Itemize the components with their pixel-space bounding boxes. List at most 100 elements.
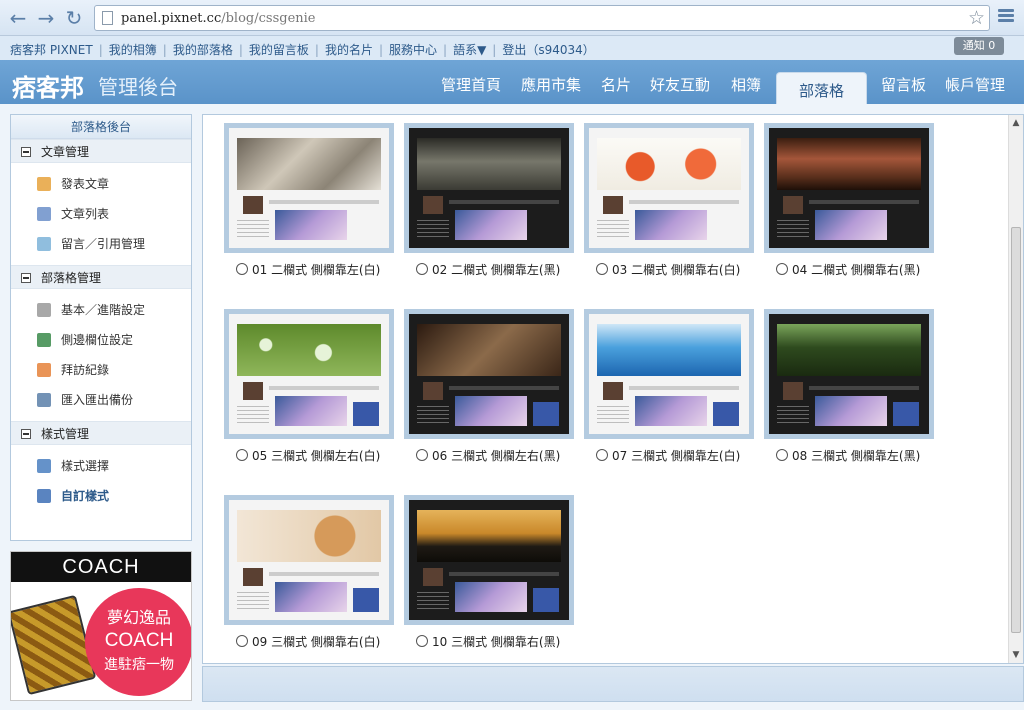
bookmark-star-icon[interactable]: ☆ [968, 7, 985, 29]
theme-card[interactable] [764, 309, 934, 439]
url-text[interactable]: panel.pixnet.cc/blog/cssgenie [121, 11, 315, 26]
notification-badge[interactable]: 通知 0 [954, 37, 1004, 55]
sidebar-item[interactable]: 留言／引用管理 [11, 229, 191, 259]
preview-photo [455, 210, 527, 240]
theme-option[interactable]: 05 三欄式 側欄左右(白) [236, 447, 380, 464]
scrollbar[interactable]: ▲ ▼ [1008, 115, 1023, 663]
theme-option[interactable]: 01 二欄式 側欄靠左(白) [236, 261, 380, 278]
top-link[interactable]: 語系▼ [453, 43, 486, 57]
tab-7[interactable]: 帳戶管理 [945, 74, 1005, 95]
sidebar-list: 樣式選擇 自訂樣式 [11, 445, 191, 517]
sidebar-item[interactable]: 匯入匯出備份 [11, 385, 191, 415]
theme-card[interactable] [224, 123, 394, 253]
theme-preview-image[interactable] [229, 500, 389, 620]
theme-preview-image[interactable] [589, 314, 749, 434]
sidebar-item[interactable]: 樣式選擇 [11, 451, 191, 481]
top-link[interactable]: 我的部落格 [173, 43, 233, 57]
tab-6[interactable]: 留言板 [881, 74, 926, 95]
theme-option[interactable]: 03 二欄式 側欄靠右(白) [596, 261, 740, 278]
theme-radio[interactable] [416, 263, 428, 275]
sidebar-title: 部落格後台 [11, 115, 191, 139]
theme-option[interactable]: 09 三欄式 側欄靠右(白) [236, 633, 380, 650]
theme-option[interactable]: 02 二欄式 側欄靠左(黑) [416, 261, 560, 278]
scroll-up-icon[interactable]: ▲ [1010, 116, 1022, 130]
top-link[interactable]: 我的相簿 [109, 43, 157, 57]
tab-0[interactable]: 管理首頁 [441, 74, 501, 95]
sidebar-item-label: 側邊欄位設定 [61, 333, 134, 347]
theme-card[interactable] [404, 495, 574, 625]
theme-radio[interactable] [236, 635, 248, 647]
tab-3[interactable]: 好友互動 [650, 74, 710, 95]
theme-radio[interactable] [236, 449, 248, 461]
sidebar-section-header[interactable]: 部落格管理 [11, 265, 191, 289]
scroll-down-icon[interactable]: ▼ [1010, 648, 1022, 662]
url-host: panel.pixnet.cc [121, 11, 222, 26]
collapse-icon[interactable] [21, 273, 31, 283]
theme-card[interactable] [404, 309, 574, 439]
sidebar-section-header[interactable]: 文章管理 [11, 139, 191, 163]
theme-radio[interactable] [416, 635, 428, 647]
theme-preview-image[interactable] [589, 128, 749, 248]
sidebar-item-label: 匯入匯出備份 [61, 393, 134, 407]
theme-preview-image[interactable] [409, 500, 569, 620]
sidebar-item[interactable]: 文章列表 [11, 199, 191, 229]
theme-preview-image[interactable] [409, 314, 569, 434]
theme-option[interactable]: 04 二欄式 側欄靠右(黑) [776, 261, 920, 278]
ad-banner[interactable]: COACH 夢幻逸品 COACH 進駐痞一物 [10, 551, 192, 701]
theme-card[interactable] [584, 309, 754, 439]
theme-card[interactable] [584, 123, 754, 253]
top-link[interactable]: 我的名片 [325, 43, 373, 57]
sidebar-item-label: 發表文章 [61, 177, 110, 191]
theme-radio[interactable] [596, 263, 608, 275]
theme-preview-image[interactable] [769, 128, 929, 248]
page-icon [102, 11, 113, 25]
sidebar-item[interactable]: 基本／進階設定 [11, 295, 191, 325]
sidebar-item[interactable]: 側邊欄位設定 [11, 325, 191, 355]
theme-card[interactable] [224, 309, 394, 439]
theme-option[interactable]: 10 三欄式 側欄靠右(黑) [416, 633, 560, 650]
sidebar-item[interactable]: 發表文章 [11, 169, 191, 199]
top-link[interactable]: 服務中心 [389, 43, 437, 57]
preview-banner [597, 138, 741, 190]
footer-bar [202, 666, 1024, 702]
sidebar-item[interactable]: 自訂樣式 [11, 481, 191, 511]
theme-option[interactable]: 07 三欄式 側欄靠左(白) [596, 447, 740, 464]
tab-4[interactable]: 相簿 [731, 74, 761, 95]
theme-preview-image[interactable] [409, 128, 569, 248]
logo[interactable]: 痞客邦 [12, 68, 84, 103]
preview-photo [815, 396, 887, 426]
theme-radio[interactable] [416, 449, 428, 461]
reload-icon[interactable]: ↻ [62, 6, 86, 30]
theme-card[interactable] [764, 123, 934, 253]
sidebar-section-header[interactable]: 樣式管理 [11, 421, 191, 445]
theme-preview-image[interactable] [229, 314, 389, 434]
tab-1[interactable]: 應用市集 [521, 74, 581, 95]
top-link[interactable]: 痞客邦 PIXNET [10, 43, 93, 57]
tab-2[interactable]: 名片 [601, 74, 631, 95]
theme-option[interactable]: 08 三欄式 側欄靠左(黑) [776, 447, 920, 464]
address-bar[interactable]: panel.pixnet.cc/blog/cssgenie ☆ [94, 5, 990, 31]
tab-5[interactable]: 部落格 [776, 72, 868, 104]
theme-radio[interactable] [236, 263, 248, 275]
theme-preview-image[interactable] [769, 314, 929, 434]
theme-card[interactable] [404, 123, 574, 253]
scroll-thumb[interactable] [1011, 227, 1021, 633]
theme-preview-image[interactable] [229, 128, 389, 248]
preview-widget [533, 588, 559, 612]
back-icon[interactable]: ← [6, 6, 30, 30]
top-link[interactable]: 我的留言板 [249, 43, 309, 57]
forward-icon[interactable]: → [34, 6, 58, 30]
browser-menu-icon[interactable] [998, 9, 1014, 23]
theme-radio[interactable] [776, 449, 788, 461]
theme-option[interactable]: 06 三欄式 側欄左右(黑) [416, 447, 560, 464]
preview-text-lines [417, 406, 449, 426]
collapse-icon[interactable] [21, 147, 31, 157]
top-link[interactable]: 登出（s94034） [502, 43, 594, 57]
collapse-icon[interactable] [21, 429, 31, 439]
theme-card[interactable] [224, 495, 394, 625]
theme-radio[interactable] [776, 263, 788, 275]
theme-radio[interactable] [596, 449, 608, 461]
preview-banner [597, 324, 741, 376]
preview-avatar [783, 382, 803, 400]
sidebar-item[interactable]: 拜訪紀錄 [11, 355, 191, 385]
